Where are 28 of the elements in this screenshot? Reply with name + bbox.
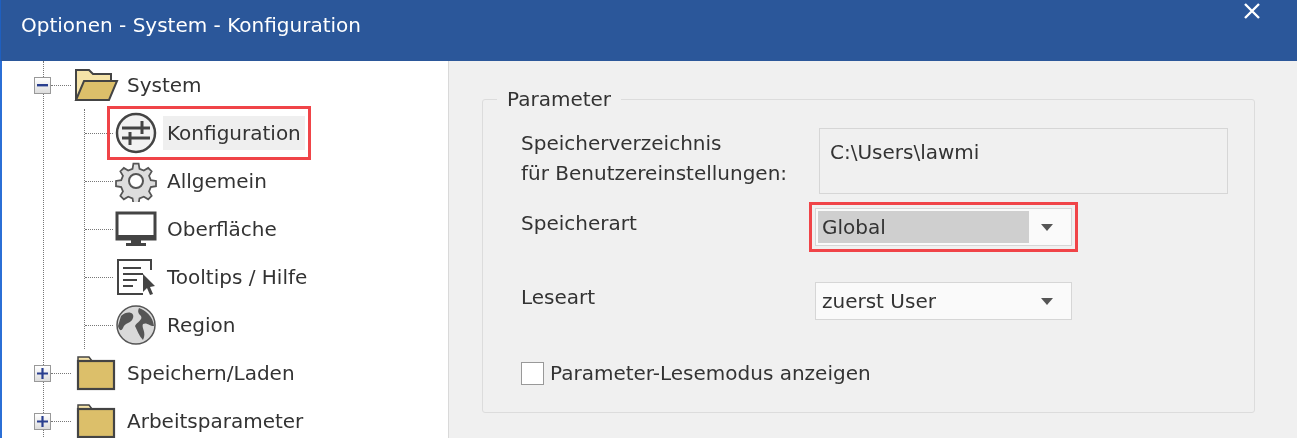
text-field[interactable]: C:\Users\lawmi: [819, 128, 1228, 194]
close-icon: [1243, 2, 1261, 20]
tree-item[interactable]: Arbeitsparameter: [71, 403, 304, 438]
tree-item[interactable]: System: [71, 67, 202, 103]
open-folder-icon: [73, 67, 119, 103]
expander-button[interactable]: [34, 412, 51, 430]
caret-icon: [1041, 223, 1053, 231]
gear-icon: [113, 160, 159, 202]
expander-button[interactable]: [34, 364, 51, 382]
sliders-icon: [113, 112, 159, 154]
tree-item[interactable]: Tooltips / Hilfe: [113, 256, 312, 298]
field-label: Leseart: [521, 284, 597, 311]
minus-icon: [37, 83, 48, 87]
field-label: Speicherverzeichnis für Benutzereinstellungen:: [521, 130, 789, 187]
window-title: Optionen - System - Konfiguration: [21, 12, 361, 39]
plus-icon: [37, 415, 48, 427]
tree-item[interactable]: Region: [113, 304, 240, 346]
tree-item[interactable]: Speichern/Laden: [71, 355, 295, 391]
plus-icon: [37, 367, 48, 379]
checkbox[interactable]: Parameter-Lesemodus anzeigen: [521, 358, 871, 388]
tree-item[interactable]: Oberfläche: [113, 208, 281, 250]
tree-item[interactable]: Allgemein: [113, 160, 271, 202]
globe-icon: [113, 304, 159, 346]
caret-icon: [1041, 297, 1053, 305]
combo-box[interactable]: Global: [815, 208, 1072, 246]
field-label: Speicherart: [521, 210, 638, 237]
expander-button[interactable]: [34, 76, 51, 94]
combo-box[interactable]: zuerst User: [815, 282, 1072, 320]
